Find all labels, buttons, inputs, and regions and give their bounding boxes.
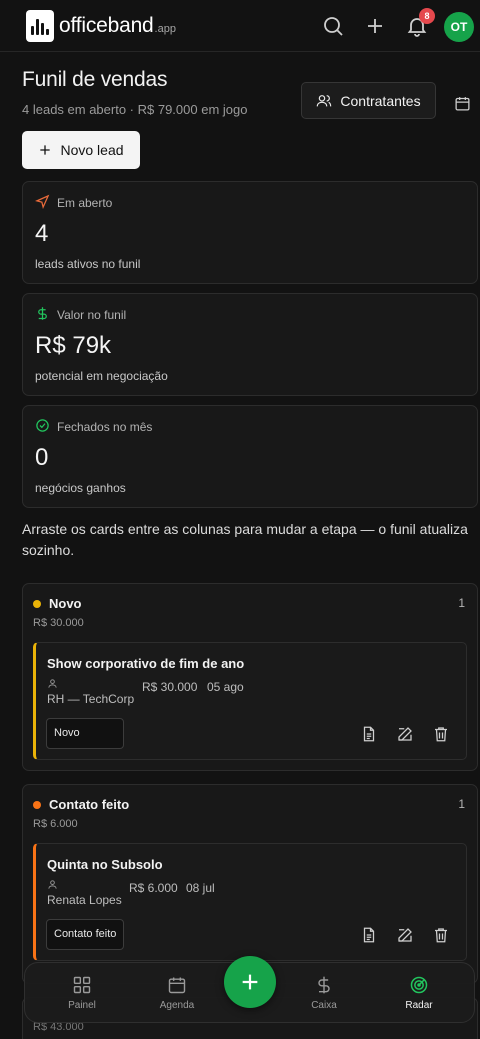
column-count: 1: [458, 596, 465, 610]
stat-value: R$ 79k: [35, 332, 112, 359]
lead-contact: Renata Lopes: [47, 893, 122, 907]
logo-icon: [26, 10, 54, 42]
column-total: R$ 30.000: [33, 617, 84, 629]
column-name: Contato feito: [49, 797, 130, 812]
document-icon[interactable]: [360, 926, 378, 944]
grid-icon: [73, 976, 91, 994]
nav-label: Caixa: [311, 1000, 337, 1011]
trash-icon[interactable]: [432, 926, 450, 944]
avatar[interactable]: OT: [444, 12, 474, 42]
search-icon[interactable]: [321, 14, 345, 38]
nav-painel[interactable]: Painel: [42, 963, 122, 1024]
stat-card-closed: Fechados no mês 0 negócios ganhos: [22, 405, 478, 508]
send-icon: [35, 194, 50, 209]
user-icon: [48, 679, 57, 688]
lead-title: Show corporativo de fim de ano: [47, 656, 245, 671]
kanban-column-contato-feito: Contato feito 1 R$ 6.000 Quinta no Subso…: [22, 784, 478, 984]
page-title: Funil de vendas: [22, 68, 168, 91]
nav-radar[interactable]: Radar: [379, 963, 459, 1024]
brand-name: officeband: [59, 14, 154, 37]
plus-icon: [242, 974, 258, 990]
plus-icon: [40, 145, 51, 155]
stage-select[interactable]: Novo: [46, 718, 124, 749]
lead-card[interactable]: Show corporativo de fim de ano RH — Tech…: [33, 642, 467, 760]
lead-title: Quinta no Subsolo: [47, 857, 163, 872]
lead-value: R$ 6.000: [129, 881, 178, 895]
notification-badge: 8: [419, 8, 435, 24]
column-name: Novo: [49, 596, 82, 611]
logo[interactable]: officeband .app: [26, 10, 176, 42]
nav-label: Painel: [68, 1000, 96, 1011]
nav-agenda[interactable]: Agenda: [137, 963, 217, 1024]
stat-card-open: Em aberto 4 leads ativos no funil: [22, 181, 478, 284]
new-lead-label: Novo lead: [60, 142, 124, 158]
contratantes-button[interactable]: Contratantes: [301, 82, 436, 119]
stat-label: Em aberto: [57, 196, 113, 210]
contratantes-label: Contratantes: [340, 92, 421, 109]
stat-label: Valor no funil: [57, 308, 127, 322]
top-bar: officeband .app 8 OT: [0, 0, 480, 52]
lead-date: 08 jul: [186, 881, 215, 895]
edit-icon[interactable]: [396, 926, 414, 944]
calendar-icon: [168, 977, 186, 994]
stat-card-funnel-value: Valor no funil R$ 79k potencial em negoc…: [22, 293, 478, 396]
stat-description: potencial em negociação: [35, 369, 168, 383]
fab-add-button[interactable]: [224, 956, 276, 1008]
stat-value: 0: [35, 444, 49, 471]
users-icon: [317, 94, 332, 106]
stat-label: Fechados no mês: [57, 420, 153, 434]
calendar-icon[interactable]: [454, 95, 471, 112]
trash-icon[interactable]: [432, 725, 450, 743]
radar-icon: [410, 976, 428, 994]
nav-label: Radar: [405, 1000, 433, 1011]
kanban-column-novo: Novo 1 R$ 30.000 Show corporativo de fim…: [22, 583, 478, 771]
stat-description: negócios ganhos: [35, 481, 126, 495]
plus-icon[interactable]: [363, 14, 387, 38]
column-status-dot: [33, 600, 41, 608]
page-subtitle: 4 leads em aberto · R$ 79.000 em jogo: [22, 102, 248, 117]
dollar-icon: [318, 976, 330, 994]
column-status-dot: [33, 801, 41, 809]
new-lead-button[interactable]: Novo lead: [22, 131, 140, 169]
nav-caixa[interactable]: Caixa: [284, 963, 364, 1024]
dollar-icon: [38, 307, 47, 320]
lead-date: 05 ago: [207, 680, 244, 694]
document-icon[interactable]: [360, 725, 378, 743]
lead-contact: RH — TechCorp: [47, 692, 135, 706]
lead-value: R$ 30.000: [142, 680, 198, 694]
edit-icon[interactable]: [396, 725, 414, 743]
column-total: R$ 6.000: [33, 818, 78, 830]
brand-suffix: .app: [154, 23, 176, 35]
nav-label: Agenda: [159, 1000, 195, 1011]
check-circle-icon: [36, 419, 49, 432]
column-count: 1: [458, 797, 465, 811]
drag-hint: Arraste os cards entre as colunas para m…: [22, 521, 468, 558]
lead-card[interactable]: Quinta no Subsolo Renata Lopes R$ 6.000 …: [33, 843, 467, 961]
stat-description: leads ativos no funil: [35, 257, 141, 271]
stage-select[interactable]: Contato feito: [46, 919, 124, 950]
user-icon: [48, 880, 57, 889]
stat-value: 4: [35, 220, 49, 247]
